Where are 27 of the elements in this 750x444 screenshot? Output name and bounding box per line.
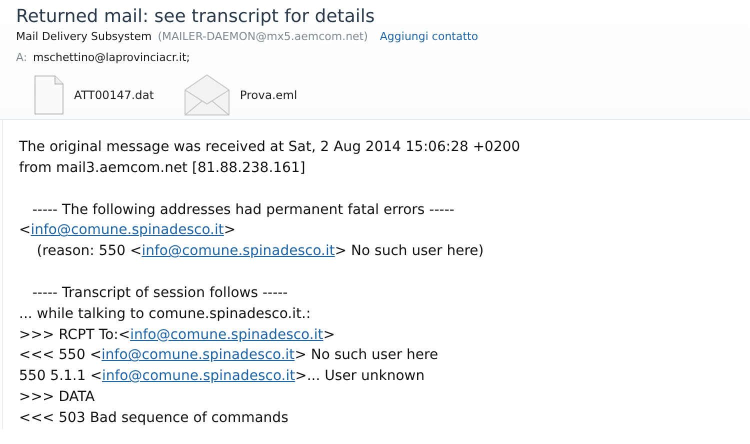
envelope-icon — [184, 74, 230, 116]
message-line: <info@comune.spinadesco.it> — [19, 221, 237, 240]
email-subject: Returned mail: see transcript for details — [16, 5, 376, 29]
to-label: A: — [16, 50, 28, 66]
message-line: ----- Transcript of session follows ----- — [31, 284, 289, 303]
email-link[interactable]: info@comune.spinadesco.it — [130, 326, 324, 343]
add-contact-link[interactable]: Aggiungi contatto — [380, 29, 478, 45]
attachment-name[interactable]: Prova.eml — [240, 88, 298, 102]
message-line: 550 5.1.1 <info@comune.spinadesco.it>... User unknown — [19, 367, 426, 386]
message-line: (reason: 550 <info@comune.spinadesco.it> No such user here) — [36, 242, 485, 262]
attachment-name[interactable]: ATT00147.dat — [74, 88, 154, 102]
email-link[interactable]: info@comune.spinadesco.it — [102, 347, 295, 364]
message-line: >>> DATA — [19, 388, 96, 407]
file-icon — [34, 75, 64, 115]
message-line: <<< 550 <info@comune.spinadesco.it> No such user here — [19, 346, 440, 366]
message-line: ... while talking to comune.spinadesco.it.: — [19, 304, 312, 324]
sender-address: (MAILER-DAEMON@mx5.aemcom.net) — [158, 29, 368, 45]
message-line: <<< 503 Bad sequence of commands — [19, 408, 290, 428]
recipient-address: mschettino@laprovinciacr.it; — [33, 50, 190, 66]
message-line: >>> RCPT To:<info@comune.spinadesco.it> — [19, 326, 336, 345]
sender-name: Mail Delivery Subsystem — [16, 29, 152, 45]
message-line: from mail3.aemcom.net [81.88.238.161] — [19, 158, 306, 178]
email-link[interactable]: info@comune.spinadesco.it — [102, 368, 296, 384]
message-line: The original message was received at Sat, 2 Aug 2014 15:06:28 +0200 — [19, 138, 522, 157]
message-line: ----- The following addresses had permanent fatal errors ----- — [31, 200, 456, 220]
email-link[interactable]: info@comune.spinadesco.it — [30, 222, 224, 238]
email-link[interactable]: info@comune.spinadesco.it — [142, 243, 335, 260]
